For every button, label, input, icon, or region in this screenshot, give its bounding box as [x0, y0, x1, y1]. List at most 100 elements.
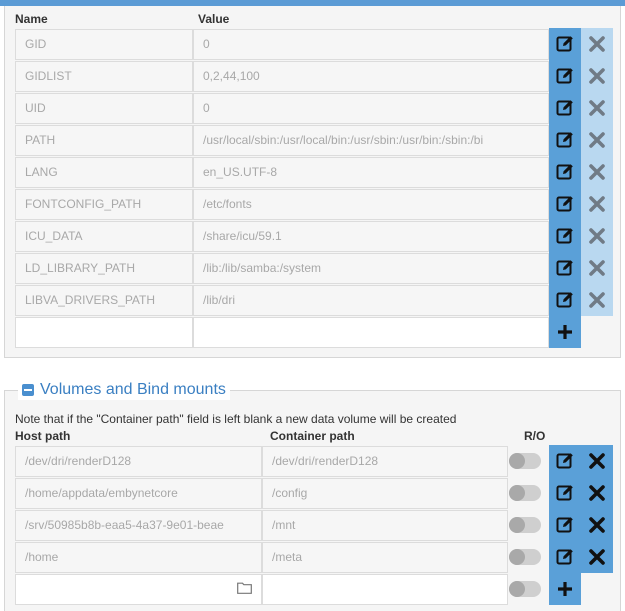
- delete-button[interactable]: [581, 156, 613, 188]
- delete-button[interactable]: [581, 252, 613, 284]
- env-name-field[interactable]: ICU_DATA: [15, 221, 193, 252]
- read-only-toggle[interactable]: [509, 517, 541, 533]
- env-value-field[interactable]: /usr/local/sbin:/usr/local/bin:/usr/sbin…: [193, 125, 549, 156]
- env-name-field[interactable]: PATH: [15, 125, 193, 156]
- delete-icon: [589, 196, 605, 212]
- column-header-host-path: Host path: [15, 429, 71, 443]
- delete-icon: [589, 228, 605, 244]
- collapse-icon[interactable]: [22, 384, 34, 396]
- env-value-field[interactable]: /share/icu/59.1: [193, 221, 549, 252]
- edit-icon: [556, 291, 574, 309]
- delete-button[interactable]: [581, 28, 613, 60]
- container-path-field[interactable]: /dev/dri/renderD128: [262, 446, 508, 477]
- env-name-field[interactable]: FONTCONFIG_PATH: [15, 189, 193, 220]
- env-name-field[interactable]: GIDLIST: [15, 61, 193, 92]
- add-env-button[interactable]: [549, 316, 581, 348]
- host-path-field[interactable]: /home/appdata/embynetcore: [15, 478, 262, 509]
- read-only-toggle[interactable]: [509, 485, 541, 501]
- delete-icon: [589, 517, 605, 533]
- env-value-field[interactable]: 0: [193, 93, 549, 124]
- add-volume-button[interactable]: [549, 573, 581, 605]
- delete-icon: [589, 549, 605, 565]
- delete-button[interactable]: [581, 541, 613, 573]
- read-only-toggle[interactable]: [509, 453, 541, 469]
- new-env-name-field[interactable]: [15, 317, 193, 348]
- delete-button[interactable]: [581, 188, 613, 220]
- host-path-field[interactable]: /home: [15, 542, 262, 573]
- edit-button[interactable]: [549, 156, 581, 188]
- delete-button[interactable]: [581, 60, 613, 92]
- edit-button[interactable]: [549, 252, 581, 284]
- edit-button[interactable]: [549, 124, 581, 156]
- new-env-value-field[interactable]: [193, 317, 549, 348]
- edit-button[interactable]: [549, 509, 581, 541]
- delete-icon: [589, 164, 605, 180]
- container-path-field[interactable]: /mnt: [262, 510, 508, 541]
- volumes-legend[interactable]: Volumes and Bind mounts: [18, 380, 230, 400]
- new-container-path-field[interactable]: [262, 574, 508, 605]
- delete-button[interactable]: [581, 445, 613, 477]
- host-path-field[interactable]: /srv/50985b8b-eaa5-4a37-9e01-beae: [15, 510, 262, 541]
- new-read-only-toggle[interactable]: [509, 581, 541, 597]
- edit-icon: [556, 484, 574, 502]
- env-value-field[interactable]: /etc/fonts: [193, 189, 549, 220]
- env-name-field[interactable]: LANG: [15, 157, 193, 188]
- delete-icon: [589, 132, 605, 148]
- edit-button[interactable]: [549, 477, 581, 509]
- env-value-field[interactable]: 0,2,44,100: [193, 61, 549, 92]
- add-icon: [557, 324, 573, 340]
- delete-icon: [589, 100, 605, 116]
- edit-button[interactable]: [549, 60, 581, 92]
- delete-icon: [589, 260, 605, 276]
- container-path-field[interactable]: /config: [262, 478, 508, 509]
- env-name-field[interactable]: GID: [15, 29, 193, 60]
- edit-button[interactable]: [549, 188, 581, 220]
- delete-button[interactable]: [581, 284, 613, 316]
- column-header-container-path: Container path: [270, 429, 355, 443]
- delete-button[interactable]: [581, 124, 613, 156]
- folder-icon[interactable]: [237, 582, 252, 594]
- edit-button[interactable]: [549, 220, 581, 252]
- edit-button[interactable]: [549, 28, 581, 60]
- edit-button[interactable]: [549, 541, 581, 573]
- delete-icon: [589, 68, 605, 84]
- edit-icon: [556, 67, 574, 85]
- edit-icon: [556, 35, 574, 53]
- edit-icon: [556, 195, 574, 213]
- delete-icon: [589, 453, 605, 469]
- delete-icon: [589, 292, 605, 308]
- delete-icon: [589, 36, 605, 52]
- edit-button[interactable]: [549, 445, 581, 477]
- volumes-legend-label: Volumes and Bind mounts: [40, 381, 226, 398]
- read-only-toggle[interactable]: [509, 549, 541, 565]
- env-name-field[interactable]: LD_LIBRARY_PATH: [15, 253, 193, 284]
- delete-button[interactable]: [581, 477, 613, 509]
- delete-button[interactable]: [581, 92, 613, 124]
- edit-button[interactable]: [549, 92, 581, 124]
- delete-button[interactable]: [581, 509, 613, 541]
- column-header-read-only: R/O: [524, 429, 546, 443]
- edit-icon: [556, 452, 574, 470]
- edit-icon: [556, 259, 574, 277]
- delete-icon: [589, 485, 605, 501]
- add-icon: [557, 581, 573, 597]
- edit-icon: [556, 99, 574, 117]
- env-value-field[interactable]: en_US.UTF-8: [193, 157, 549, 188]
- env-value-field[interactable]: /lib/dri: [193, 285, 549, 316]
- edit-icon: [556, 163, 574, 181]
- env-value-field[interactable]: /lib:/lib/samba:/system: [193, 253, 549, 284]
- delete-button[interactable]: [581, 220, 613, 252]
- env-name-field[interactable]: UID: [15, 93, 193, 124]
- edit-icon: [556, 131, 574, 149]
- column-header-value: Value: [198, 12, 230, 26]
- edit-button[interactable]: [549, 284, 581, 316]
- volumes-note: Note that if the "Container path" field …: [15, 412, 457, 426]
- new-host-path-field[interactable]: [15, 574, 262, 605]
- env-name-field[interactable]: LIBVA_DRIVERS_PATH: [15, 285, 193, 316]
- env-value-field[interactable]: 0: [193, 29, 549, 60]
- edit-icon: [556, 227, 574, 245]
- host-path-field[interactable]: /dev/dri/renderD128: [15, 446, 262, 477]
- edit-icon: [556, 548, 574, 566]
- container-path-field[interactable]: /meta: [262, 542, 508, 573]
- edit-icon: [556, 516, 574, 534]
